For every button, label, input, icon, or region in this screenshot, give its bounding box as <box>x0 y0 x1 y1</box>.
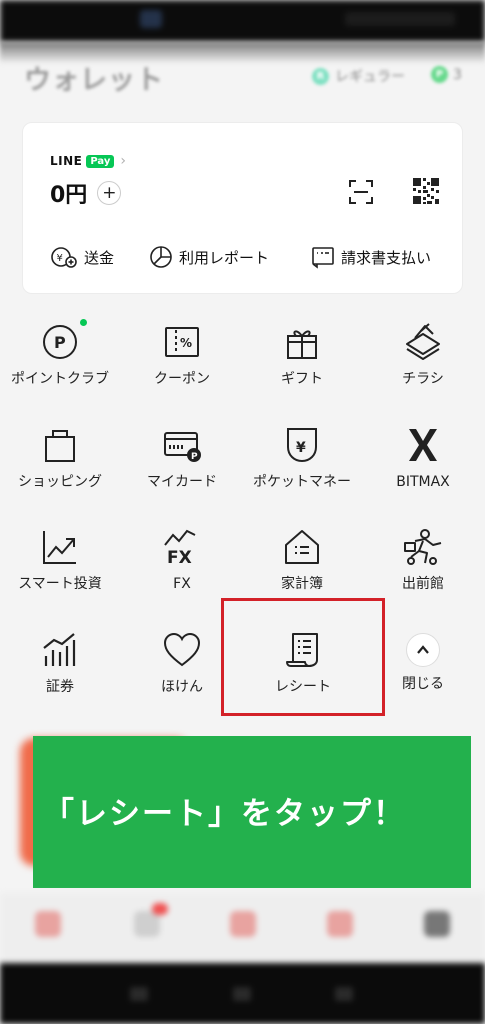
line-pay-brand[interactable]: LINE Pay › <box>50 153 126 169</box>
point-club-icon: P <box>43 325 77 359</box>
system-home-icon[interactable] <box>233 987 251 1001</box>
nav-news-icon[interactable] <box>230 911 256 937</box>
usage-report-button[interactable]: 利用レポート <box>149 245 269 269</box>
menu-item-my-card[interactable]: P マイカード <box>122 425 242 493</box>
menu-item-pocket-money[interactable]: ¥ ポケットマネー <box>242 425 362 493</box>
menu-item-label: ポイントクラブ <box>11 371 109 387</box>
system-navigation-bar <box>0 963 485 1024</box>
send-money-button[interactable]: ¥ 送金 <box>50 245 114 269</box>
svg-text:¥: ¥ <box>296 440 306 456</box>
menu-item-bitmax[interactable]: BITMAX <box>363 425 483 493</box>
insurance-heart-icon <box>163 632 201 667</box>
instruction-text: 「レシート」をタップ！ <box>43 796 406 832</box>
charge-plus-button[interactable]: + <box>97 181 122 205</box>
menu-item-label: スマート投資 <box>18 576 102 592</box>
tap-target-highlight <box>221 598 385 716</box>
menu-item-smart-invest[interactable]: スマート投資 <box>0 527 120 595</box>
qr-code-icon[interactable] <box>412 177 440 205</box>
nav-home-icon[interactable] <box>35 911 61 937</box>
chevron-up-icon <box>417 645 429 654</box>
svg-text:FX: FX <box>167 548 192 567</box>
close-menu-button[interactable] <box>406 633 440 667</box>
usage-report-label: 利用レポート <box>179 248 270 267</box>
menu-item-securities[interactable]: 証券 <box>0 630 120 698</box>
menu-item-label: クーポン <box>154 371 210 387</box>
nav-chat-icon[interactable] <box>134 903 168 937</box>
points-count: 3 <box>453 66 462 83</box>
menu-item-label: 出前館 <box>402 576 444 592</box>
svg-text:¥: ¥ <box>57 253 63 264</box>
shopping-bag-icon <box>45 430 75 462</box>
status-bar-icon <box>140 10 162 28</box>
my-card-icon: P <box>164 432 201 462</box>
menu-item-gift[interactable]: ギフト <box>242 322 362 390</box>
invoice-pay-label: 請求書支払い <box>341 248 432 267</box>
instruction-banner: 「レシート」をタップ！ <box>33 736 471 888</box>
menu-item-flyer[interactable]: チラシ <box>363 322 483 390</box>
nav-wallet-icon[interactable] <box>424 911 450 937</box>
bottom-navigation <box>0 893 485 963</box>
menu-item-label: チラシ <box>402 371 444 387</box>
send-money-icon: ¥ <box>51 247 77 268</box>
menu-item-label: 証券 <box>46 679 74 695</box>
line-pay-card: LINE Pay › 0円 + ¥ 送金 利用レポート 請求書支払い <box>22 122 463 294</box>
line-pay-line-text: LINE <box>50 154 83 168</box>
system-recent-icon[interactable] <box>335 987 353 1001</box>
fx-icon: FX <box>164 529 196 567</box>
bitmax-icon <box>409 429 437 461</box>
menu-item-shopping[interactable]: ショッピング <box>0 425 120 493</box>
new-indicator-dot <box>80 319 87 326</box>
demaekan-icon <box>404 529 442 565</box>
line-pay-pay-tag: Pay <box>86 154 115 168</box>
pocket-money-icon: ¥ <box>287 428 317 463</box>
menu-item-demaekan[interactable]: 出前館 <box>363 527 483 595</box>
system-back-icon[interactable] <box>130 987 148 1001</box>
menu-item-label: ショッピング <box>18 474 102 490</box>
menu-item-coupon[interactable]: % クーポン <box>122 322 242 390</box>
menu-item-household-ledger[interactable]: 家計簿 <box>242 527 362 595</box>
membership-label: レギュラー <box>335 69 405 85</box>
coupon-icon: % <box>165 327 199 357</box>
points-icon: P <box>431 66 448 83</box>
pie-chart-icon <box>150 246 172 268</box>
invoice-pay-button[interactable]: 請求書支払い <box>311 245 431 269</box>
household-ledger-icon <box>285 530 319 564</box>
status-bar-indicators <box>345 12 455 26</box>
menu-item-point-club[interactable]: P ポイントクラブ <box>0 319 120 390</box>
flyer-icon <box>406 323 440 360</box>
menu-item-label: 家計簿 <box>281 576 323 592</box>
scan-icon[interactable] <box>348 179 374 205</box>
balance-amount: 0円 <box>50 183 88 208</box>
svg-text:%: % <box>180 336 192 350</box>
chevron-right-icon: › <box>120 153 126 169</box>
membership-badge[interactable]: R レギュラー <box>312 66 405 86</box>
menu-item-label: ギフト <box>281 371 323 387</box>
balance-row: 0円 + <box>50 177 122 209</box>
status-bar <box>0 0 485 42</box>
menu-item-label: BITMAX <box>396 474 450 490</box>
send-money-label: 送金 <box>84 248 115 267</box>
svg-text:P: P <box>191 452 198 462</box>
menu-item-label: マイカード <box>147 474 217 490</box>
pay-actions: ¥ 送金 利用レポート 請求書支払い <box>23 245 464 285</box>
points-badge[interactable]: P 3 <box>431 66 462 83</box>
smart-invest-icon <box>43 531 76 564</box>
menu-item-fx[interactable]: FX FX <box>122 527 242 595</box>
page-title: ウォレット <box>24 65 164 96</box>
svg-text:P: P <box>54 333 66 352</box>
menu-item-label: ポケットマネー <box>253 474 351 490</box>
nav-voom-icon[interactable] <box>327 911 353 937</box>
wallet-header: ウォレット R レギュラー P 3 <box>0 52 485 108</box>
gift-icon <box>287 330 317 359</box>
membership-rank-icon: R <box>312 67 329 85</box>
securities-icon <box>43 633 76 666</box>
invoice-icon <box>312 247 334 269</box>
menu-item-label: FX <box>173 576 191 592</box>
